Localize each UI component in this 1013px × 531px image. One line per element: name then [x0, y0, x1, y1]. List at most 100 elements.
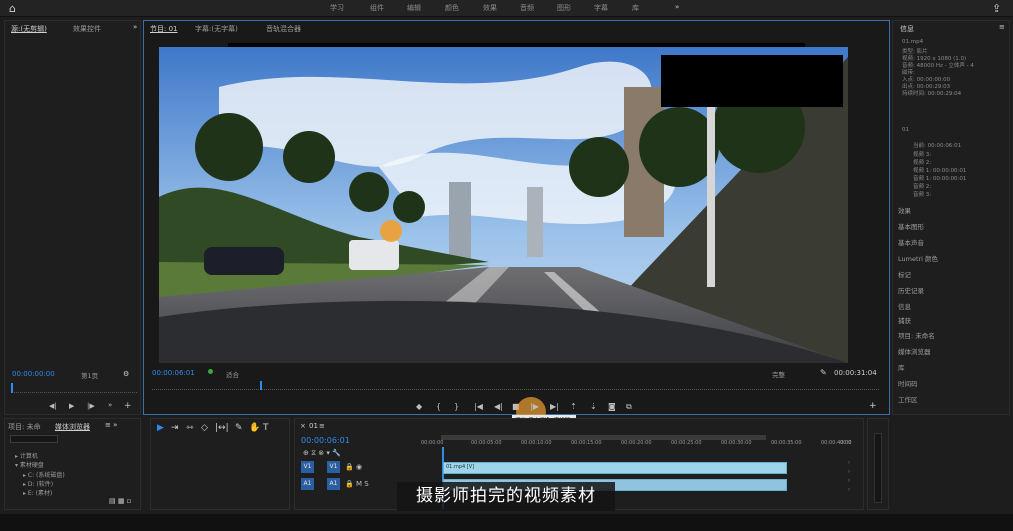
workspace-tab[interactable]: 字幕 [594, 3, 608, 13]
slip-icon[interactable]: |↔| [215, 423, 229, 433]
workspace-tab[interactable]: 音频 [520, 3, 534, 13]
tab-project[interactable]: 项目: 未命 [8, 422, 41, 432]
mark-out-icon[interactable]: } [454, 402, 459, 411]
close-icon[interactable]: × [300, 422, 306, 430]
tab-media-browser[interactable]: 媒体浏览器 [55, 422, 90, 432]
razor-icon[interactable]: ◇ [201, 423, 208, 433]
step-back-icon[interactable]: ◀| [49, 402, 57, 410]
tree-item[interactable]: ▸ 计算机 [15, 451, 38, 460]
quality-select[interactable]: 完整 [772, 369, 785, 379]
sequence-tab[interactable]: 01 [309, 422, 318, 430]
program-video-frame[interactable] [159, 47, 848, 363]
lift-icon[interactable]: ⇡ [570, 402, 577, 411]
panel-link[interactable]: 捕获 [898, 315, 911, 325]
hand-icon[interactable]: ✋ [249, 423, 260, 433]
marker-icon[interactable]: ◆ [416, 402, 422, 411]
panel-menu-icon[interactable]: ≡ » [105, 421, 117, 429]
wrench-icon[interactable]: ✎ [820, 368, 827, 377]
workspace-tab[interactable]: 图形 [557, 3, 571, 13]
workspace-tab[interactable]: 编辑 [407, 3, 421, 13]
home-icon[interactable]: ⌂ [9, 2, 21, 15]
tab-audio-mixer[interactable]: 音轨混合器 [266, 24, 301, 34]
tab-program[interactable]: 节目: 01 [150, 24, 178, 34]
source-ruler[interactable] [11, 383, 137, 393]
track-controls-icon[interactable]: 🔒 ◉ [345, 463, 362, 471]
type-icon[interactable]: T [263, 423, 269, 433]
tree-item[interactable]: ▸ C: (系统磁盘) [23, 470, 65, 479]
settings-icon[interactable]: ⚙ [123, 370, 129, 378]
path-select[interactable] [10, 435, 58, 443]
panel-link[interactable]: 历史记录 [898, 285, 924, 295]
program-timecode[interactable]: 00:00:06:01 [152, 369, 195, 377]
workspace-tab[interactable]: 颜色 [445, 3, 459, 13]
track-scroll-icons[interactable]: ◦ ◦ ◦ ◦ [847, 459, 851, 495]
list-view-icon[interactable]: ▤ ▦ ▫ [109, 497, 131, 505]
tab-effect-controls[interactable]: 效果控件 [73, 24, 101, 34]
timeline-tools-icons[interactable]: ⊕ ⧖ ⊗ ▾ 🔧 [303, 449, 341, 458]
seq-row: 视频 1: 00:00:00:01 [913, 168, 967, 174]
pen-icon[interactable]: ✎ [235, 423, 243, 433]
more-controls-icon[interactable]: » [108, 401, 112, 409]
panel-link[interactable]: 效果 [898, 205, 911, 215]
panel-link[interactable]: 信息 [898, 301, 911, 311]
source-timecode[interactable]: 00:00:00:00 [12, 370, 55, 378]
panel-link[interactable]: 项目: 未命名 [898, 330, 935, 340]
track-target-a1[interactable]: A1 [301, 478, 314, 490]
panel-link[interactable]: 时间码 [898, 378, 918, 388]
share-icon[interactable]: ⇪ [992, 2, 1004, 15]
go-to-out-icon[interactable]: ▶| [550, 402, 559, 411]
timeline-timecode[interactable]: 00:00:06:01 [301, 436, 350, 445]
panel-menu-icon[interactable]: ≡ [319, 422, 325, 430]
panel-link[interactable]: 基本图形 [898, 221, 924, 231]
button-editor-icon[interactable]: ⧉ [626, 402, 632, 412]
panel-link[interactable]: 工作区 [898, 394, 918, 404]
seq-row: 当前: 00:00:06:01 [913, 143, 962, 149]
more-workspaces-icon[interactable]: » [675, 3, 679, 11]
panel-link[interactable]: 基本声音 [898, 237, 924, 247]
add-button[interactable]: + [869, 401, 877, 411]
video-clip[interactable]: 01.mp4 [V] [443, 462, 787, 474]
step-forward-icon[interactable]: |▶ [530, 402, 539, 411]
workspace-tab[interactable]: 效果 [483, 3, 497, 13]
step-back-icon[interactable]: ◀| [494, 402, 503, 411]
track-select-icon[interactable]: ⇥ [171, 423, 179, 433]
tree-item[interactable]: ▸ D: (软件) [23, 479, 53, 488]
panel-link[interactable]: Lumetri 颜色 [898, 253, 938, 263]
source-playhead[interactable] [11, 383, 13, 393]
tab-source[interactable]: 源:(无剪辑) [11, 24, 47, 34]
program-playhead[interactable] [260, 381, 262, 390]
track-label-v1[interactable]: V1 [327, 461, 340, 473]
track-controls-icon[interactable]: 🔒 M S [345, 480, 369, 488]
camera-icon[interactable]: ◙ [608, 402, 616, 411]
tree-item[interactable]: ▸ E: (素材) [23, 488, 52, 497]
panel-menu-icon[interactable]: ≡ [999, 23, 1005, 31]
panel-menu-icon[interactable]: » [133, 23, 137, 31]
workspace-tab[interactable]: 组件 [370, 3, 384, 13]
workspace-tab[interactable]: 库 [632, 3, 639, 13]
panel-link[interactable]: 媒体浏览器 [898, 346, 931, 356]
source-panel: 源:(无剪辑) 效果控件 » 00:00:00:00 第1页 ⚙ ◀| ▶ |▶… [4, 20, 141, 415]
tree-item[interactable]: ▾ 素材硬盘 [15, 460, 44, 469]
ripple-edit-icon[interactable]: ⇿ [186, 423, 194, 433]
program-ruler[interactable] [152, 381, 879, 390]
work-area-bar[interactable] [441, 435, 766, 440]
sequence-name: 01 [902, 127, 909, 133]
track-label-a1[interactable]: A1 [327, 478, 340, 490]
ruler-label: 00:00:30:00 [721, 440, 752, 446]
video-caption: 摄影师拍完的视频素材 [397, 482, 615, 511]
panel-link[interactable]: 标记 [898, 269, 911, 279]
track-target-v1[interactable]: V1 [301, 461, 314, 473]
workspace-tab[interactable]: 学习 [330, 3, 344, 13]
mark-in-icon[interactable]: { [436, 402, 441, 411]
zoom-select[interactable]: 适合 [226, 369, 239, 379]
go-to-in-icon[interactable]: |◀ [474, 402, 483, 411]
ruler-label: 00:00:15:00 [571, 440, 602, 446]
top-bar: ⌂ 学习 组件 编辑 颜色 效果 音频 图形 字幕 库 » ⇪ [0, 0, 1013, 17]
selection-tool-icon[interactable]: ▶ [157, 423, 164, 433]
tab-captions[interactable]: 字幕:(无字幕) [195, 24, 238, 34]
panel-link[interactable]: 库 [898, 362, 905, 372]
add-button[interactable]: + [124, 401, 132, 411]
step-forward-icon[interactable]: |▶ [87, 402, 95, 410]
extract-icon[interactable]: ⇣ [590, 402, 597, 411]
play-icon[interactable]: ▶ [69, 402, 74, 410]
